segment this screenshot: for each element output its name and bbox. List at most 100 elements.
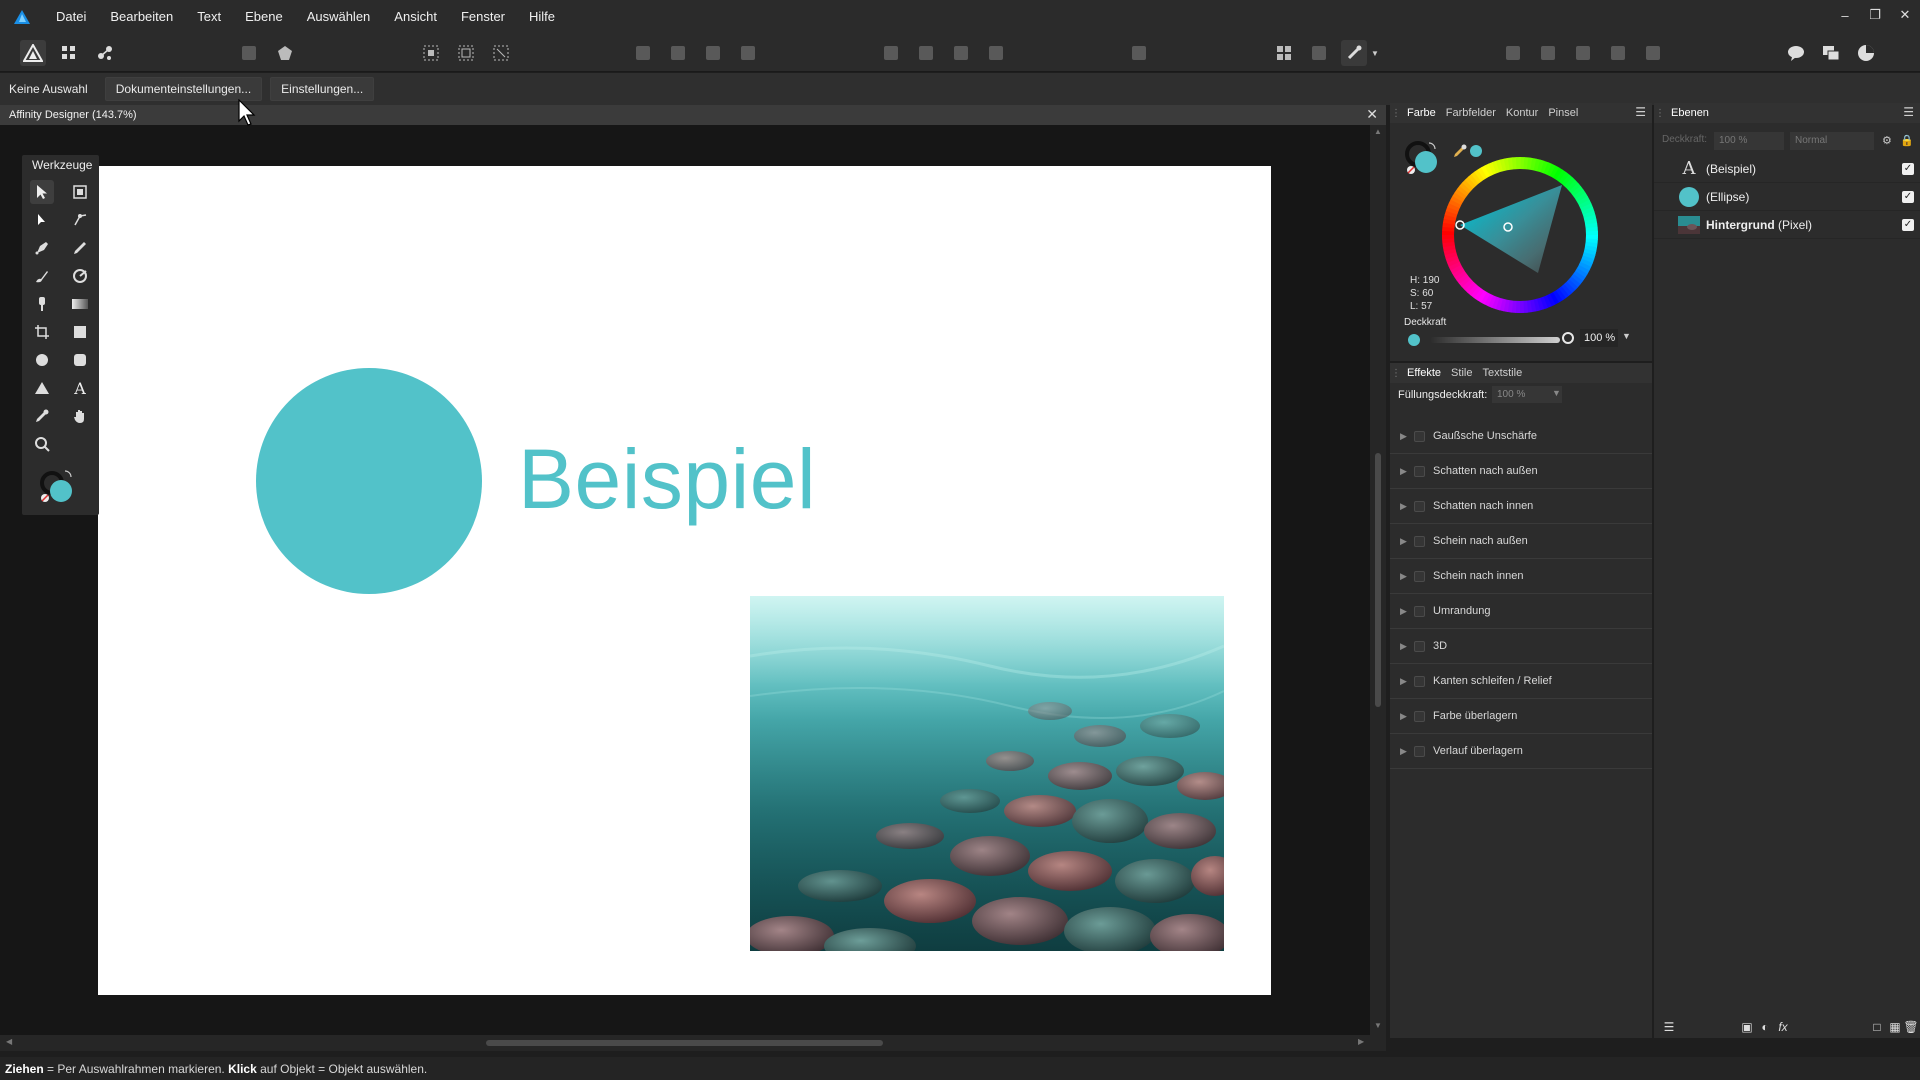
pencil-tool-icon[interactable] <box>68 236 92 260</box>
effect-checkbox[interactable] <box>1414 745 1425 757</box>
tab-kontur[interactable]: Kontur <box>1501 103 1543 123</box>
effect-row[interactable]: ▶ Schatten nach innen <box>1390 489 1652 524</box>
restore-icon[interactable]: ❐ <box>1860 0 1890 30</box>
effect-checkbox[interactable] <box>1414 570 1425 582</box>
tab-farbfelder[interactable]: Farbfelder <box>1441 103 1501 123</box>
artboard-tool-icon[interactable] <box>68 180 92 204</box>
horizontal-scrollbar[interactable]: ◀ ▶ <box>0 1035 1386 1051</box>
snapping-magnet-icon[interactable] <box>1341 40 1367 66</box>
layer-row-hintergrund[interactable]: Hintergrund (Pixel) ✓ <box>1654 211 1920 239</box>
opacity-slider-knob[interactable] <box>1562 332 1574 344</box>
menu-text[interactable]: Text <box>185 0 233 34</box>
flip-horizontal-icon[interactable] <box>665 40 691 66</box>
fill-stroke-indicator-icon[interactable] <box>1404 139 1444 182</box>
snap-grid-icon[interactable] <box>418 40 444 66</box>
color-picker-tool-icon[interactable] <box>30 404 54 428</box>
effect-checkbox[interactable] <box>1414 710 1425 722</box>
align-icon[interactable] <box>630 40 656 66</box>
vertical-scroll-thumb[interactable] <box>1375 453 1381 707</box>
expand-arrow-icon[interactable]: ▶ <box>1400 711 1414 722</box>
scroll-down-icon[interactable]: ▼ <box>1374 1021 1382 1030</box>
settings-button[interactable]: Einstellungen... <box>270 77 375 101</box>
export-persona-icon[interactable] <box>92 40 118 66</box>
effect-row[interactable]: ▶ 3D <box>1390 629 1652 664</box>
effect-row[interactable]: ▶ Gaußsche Unschärfe <box>1390 419 1652 454</box>
horizontal-scroll-thumb[interactable] <box>486 1040 883 1046</box>
layer-row-beispiel[interactable]: A (Beispiel) ✓ <box>1654 155 1920 183</box>
crop-tool-icon[interactable] <box>30 320 54 344</box>
boolean-xor-icon[interactable] <box>1605 40 1631 66</box>
opacity-slider[interactable] <box>1430 337 1560 343</box>
expand-arrow-icon[interactable]: ▶ <box>1400 641 1414 652</box>
layer-row-ellipse[interactable]: (Ellipse) ✓ <box>1654 183 1920 211</box>
effect-checkbox[interactable] <box>1414 430 1425 442</box>
menu-datei[interactable]: Datei <box>44 0 98 34</box>
menu-bearbeiten[interactable]: Bearbeiten <box>98 0 185 34</box>
layer-visibility-checkbox[interactable]: ✓ <box>1902 162 1914 175</box>
rotate-icon[interactable] <box>735 40 761 66</box>
geometry-icon[interactable] <box>272 40 298 66</box>
tab-farbe[interactable]: Farbe <box>1402 103 1441 123</box>
document-settings-button[interactable]: Dokumenteinstellungen... <box>104 77 263 101</box>
move-tool-icon[interactable] <box>30 180 54 204</box>
picked-color-swatch[interactable] <box>1470 145 1482 157</box>
expand-arrow-icon[interactable]: ▶ <box>1400 431 1414 442</box>
panel-grip-icon[interactable]: ⋮ <box>1654 103 1666 123</box>
expand-arrow-icon[interactable]: ▶ <box>1400 501 1414 512</box>
adjustment-icon[interactable]: ◐ <box>1758 1020 1772 1034</box>
scroll-up-icon[interactable]: ▲ <box>1374 127 1382 136</box>
triangle-tool-icon[interactable] <box>30 376 54 400</box>
effect-row[interactable]: ▶ Schein nach innen <box>1390 559 1652 594</box>
ellipse-shape[interactable] <box>256 368 482 594</box>
effect-checkbox[interactable] <box>1414 605 1425 617</box>
effect-row[interactable]: ▶ Verlauf überlagern <box>1390 734 1652 769</box>
panel-grip-icon[interactable]: ⋮ <box>1390 103 1402 123</box>
color-wheel[interactable] <box>1442 157 1598 313</box>
arrange-back-icon[interactable] <box>878 40 904 66</box>
transform-origin-icon[interactable] <box>453 40 479 66</box>
expand-arrow-icon[interactable]: ▶ <box>1400 571 1414 582</box>
fill-stroke-swatch-icon[interactable] <box>39 469 75 505</box>
pixel-image-pebbles[interactable] <box>750 596 1224 951</box>
expand-arrow-icon[interactable]: ▶ <box>1400 676 1414 687</box>
boolean-intersect-icon[interactable] <box>1570 40 1596 66</box>
color-wheel-toggle-icon[interactable] <box>1853 40 1879 66</box>
effect-checkbox[interactable] <box>1414 500 1425 512</box>
menu-hilfe[interactable]: Hilfe <box>517 0 567 34</box>
vertical-scrollbar[interactable]: ▲ ▼ <box>1370 125 1386 1035</box>
scroll-left-icon[interactable]: ◀ <box>6 1037 12 1046</box>
boolean-subtract-icon[interactable] <box>1535 40 1561 66</box>
affinity-designer-logo-icon[interactable] <box>0 0 44 34</box>
scroll-right-icon[interactable]: ▶ <box>1358 1037 1364 1046</box>
arrange-forward-icon[interactable] <box>948 40 974 66</box>
boolean-divide-icon[interactable] <box>1640 40 1666 66</box>
canvas-area[interactable]: Beispiel <box>0 125 1370 1035</box>
expand-arrow-icon[interactable]: ▶ <box>1400 536 1414 547</box>
menu-auswaehlen[interactable]: Auswählen <box>295 0 383 34</box>
effect-row[interactable]: ▶ Kanten schleifen / Relief <box>1390 664 1652 699</box>
panel-grip-icon[interactable]: ⋮ <box>1390 363 1402 383</box>
effect-checkbox[interactable] <box>1414 675 1425 687</box>
blend-mode-select[interactable]: Normal <box>1790 132 1874 150</box>
layer-stack-icon[interactable]: ☰ <box>1662 1020 1676 1034</box>
close-document-icon[interactable]: ✕ <box>1366 106 1378 123</box>
delete-layer-icon[interactable]: 🗑 <box>1903 1020 1918 1034</box>
snapping-options-icon[interactable] <box>1306 40 1332 66</box>
effect-row[interactable]: ▶ Schein nach außen <box>1390 524 1652 559</box>
add-mask-icon[interactable]: ▣ <box>1740 1020 1754 1034</box>
add-layer-icon[interactable]: □ <box>1870 1020 1884 1034</box>
rounded-rectangle-tool-icon[interactable] <box>68 348 92 372</box>
panel-menu-icon[interactable]: ☰ <box>1635 105 1646 119</box>
rectangle-tool-icon[interactable] <box>68 320 92 344</box>
tab-ebenen[interactable]: Ebenen <box>1666 103 1714 123</box>
effect-checkbox[interactable] <box>1414 640 1425 652</box>
pen-tool-icon[interactable] <box>30 236 54 260</box>
layer-opacity-field[interactable]: 100 % <box>1714 132 1784 150</box>
snapping-dropdown-icon[interactable]: ▼ <box>1368 40 1382 66</box>
layer-settings-gear-icon[interactable]: ⚙ <box>1882 134 1892 147</box>
panel-menu-icon[interactable]: ☰ <box>1903 105 1914 119</box>
align-distribute-icon[interactable] <box>1126 40 1152 66</box>
selection-box-icon[interactable] <box>488 40 514 66</box>
arrange-backward-icon[interactable] <box>913 40 939 66</box>
effect-checkbox[interactable] <box>1414 465 1425 477</box>
